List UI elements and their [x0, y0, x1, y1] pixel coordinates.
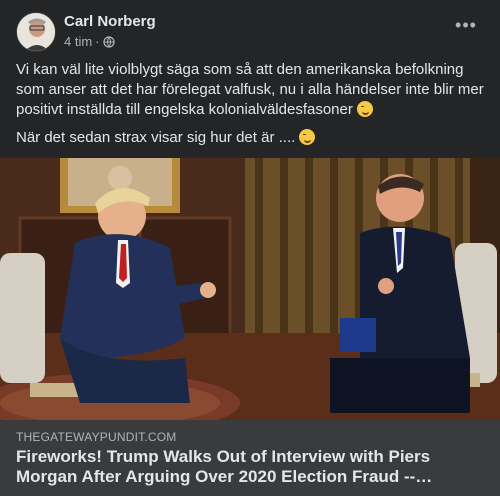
smirking-face-emoji	[299, 129, 316, 145]
post-time[interactable]: 4 tim	[64, 34, 92, 49]
avatar[interactable]	[16, 12, 56, 52]
post-header: Carl Norberg 4 tim · •••	[16, 12, 484, 52]
post-paragraph-1-text: Vi kan väl lite violblygt säga som så at…	[16, 61, 484, 118]
globe-icon[interactable]	[102, 35, 115, 48]
post-card: Carl Norberg 4 tim · ••• Vi kan väl lite…	[0, 0, 500, 496]
author-name[interactable]: Carl Norberg	[64, 13, 156, 30]
link-preview-footer[interactable]: THEGATEWAYPUNDIT.COM Fireworks! Trump Wa…	[0, 420, 500, 496]
link-title[interactable]: Fireworks! Trump Walks Out of Interview …	[16, 447, 476, 487]
smirking-face-emoji	[357, 101, 374, 117]
link-preview-image[interactable]	[0, 158, 500, 420]
meta-separator: ·	[95, 34, 100, 49]
post-paragraph-2-text: När det sedan strax visar sig hur det är…	[16, 129, 296, 146]
link-domain: THEGATEWAYPUNDIT.COM	[16, 430, 177, 444]
more-options-icon[interactable]: •••	[450, 16, 482, 40]
post-body: Vi kan väl lite violblygt säga som så at…	[16, 60, 486, 156]
post-meta: 4 tim ·	[64, 34, 115, 49]
post-paragraph-2: När det sedan strax visar sig hur det är…	[16, 128, 486, 148]
post-paragraph-1: Vi kan väl lite violblygt säga som så at…	[16, 60, 486, 120]
